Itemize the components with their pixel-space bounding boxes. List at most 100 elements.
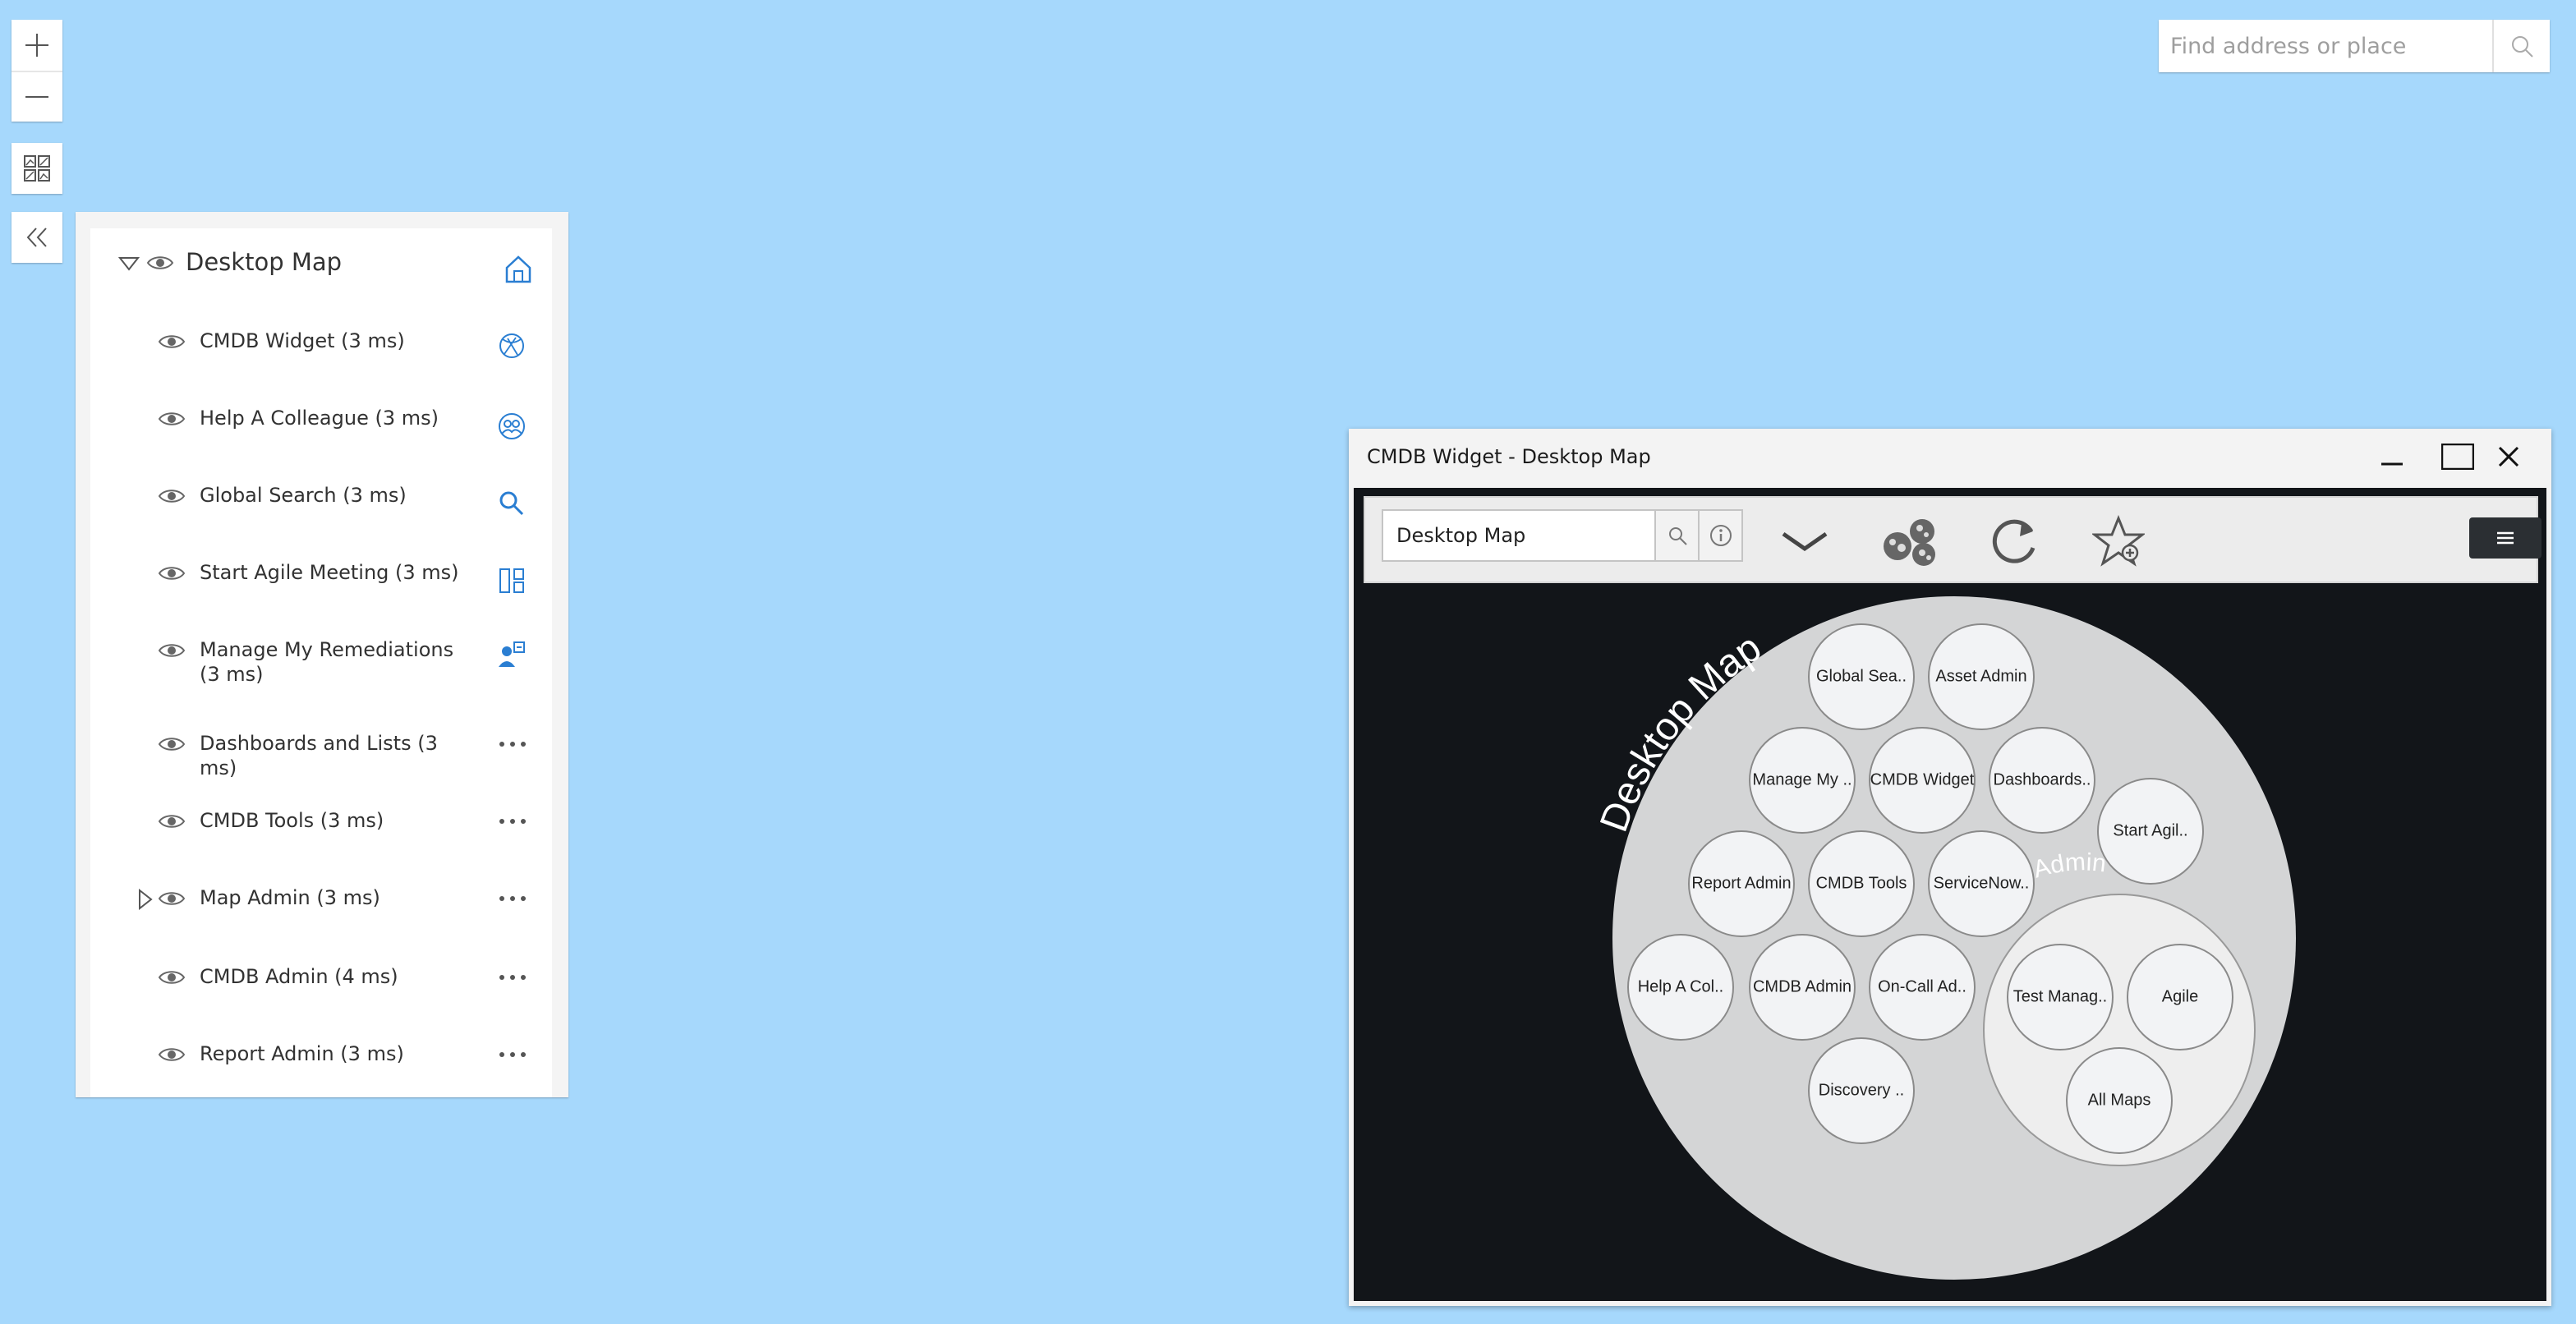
close-button[interactable]	[2492, 440, 2525, 473]
bubble[interactable]: Global Sea..	[1808, 623, 1915, 730]
layer-item-start-agile-meeting[interactable]: Start Agile Meeting (3 ms)	[90, 560, 552, 609]
people-icon[interactable]	[498, 412, 526, 440]
more-icon[interactable]	[498, 736, 527, 752]
eye-icon[interactable]	[158, 332, 186, 352]
minimize-icon	[2381, 462, 2403, 466]
expand-triangle-icon[interactable]	[138, 889, 153, 910]
maximize-button[interactable]	[2441, 440, 2474, 473]
svg-text:Test Manag..: Test Manag..	[2013, 987, 2108, 1005]
layer-list-panel: Desktop Map CMDB Widget (3 ms) Help A Co…	[76, 212, 568, 1097]
widget-body: Desktop Map Map Admin Global Sea.. Asset…	[1354, 488, 2546, 1301]
eye-icon[interactable]	[158, 1045, 186, 1064]
zoom-in-button[interactable]	[12, 20, 62, 71]
basemap-gallery-icon	[24, 155, 50, 182]
layer-item-label: Report Admin (3 ms)	[200, 1042, 404, 1065]
layer-item-report-admin[interactable]: Report Admin (3 ms)	[90, 1041, 552, 1091]
circle-pack-visualization: Desktop Map Map Admin Global Sea.. Asset…	[1592, 596, 2296, 1280]
group-bubble[interactable]: Test Manag..	[2007, 944, 2114, 1050]
layer-item-label: Global Search (3 ms)	[200, 484, 407, 507]
home-icon[interactable]	[504, 255, 532, 284]
columns-icon[interactable]	[498, 567, 526, 595]
layer-item-label: Help A Colleague (3 ms)	[200, 407, 439, 430]
bubble[interactable]: Dashboards..	[1989, 727, 2095, 834]
bubble[interactable]: CMDB Widget	[1869, 727, 1976, 834]
eye-icon[interactable]	[158, 641, 186, 660]
more-icon[interactable]	[498, 969, 527, 986]
bubble[interactable]: Manage My ..	[1749, 727, 1856, 834]
svg-text:Global Sea..: Global Sea..	[1816, 667, 1907, 685]
more-icon[interactable]	[498, 1046, 527, 1063]
layer-item-label: Dashboards and Lists (3 ms)	[200, 732, 438, 779]
bubble[interactable]: ServiceNow..	[1928, 830, 2035, 937]
bubble[interactable]: CMDB Admin	[1749, 934, 1856, 1041]
layer-item-label: Manage My Remediations (3 ms)	[200, 638, 454, 686]
basemap-control	[12, 143, 62, 194]
eye-icon[interactable]	[158, 968, 186, 987]
widget-title: CMDB Widget - Desktop Map	[1367, 445, 1651, 468]
search-icon[interactable]	[498, 490, 526, 517]
svg-text:Discovery ..: Discovery ..	[1819, 1081, 1904, 1099]
layer-root-row[interactable]: Desktop Map	[90, 228, 552, 299]
layer-item-cmdb-widget[interactable]: CMDB Widget (3 ms)	[90, 329, 552, 378]
minus-icon	[25, 96, 48, 98]
layer-item-cmdb-tools[interactable]: CMDB Tools (3 ms)	[90, 808, 552, 857]
layer-item-map-admin[interactable]: Map Admin (3 ms)	[90, 885, 552, 935]
group-bubble[interactable]: Agile	[2127, 944, 2233, 1050]
svg-text:CMDB Tools: CMDB Tools	[1816, 874, 1907, 892]
address-search	[2159, 20, 2550, 72]
globe-icon[interactable]	[498, 332, 526, 360]
layer-item-global-search[interactable]: Global Search (3 ms)	[90, 483, 552, 532]
layer-item-cmdb-admin[interactable]: CMDB Admin (4 ms)	[90, 964, 552, 1014]
eye-icon[interactable]	[158, 811, 186, 831]
bubble[interactable]: Discovery ..	[1808, 1037, 1915, 1144]
svg-text:Dashboards..: Dashboards..	[1994, 770, 2091, 788]
layer-item-help-a-colleague[interactable]: Help A Colleague (3 ms)	[90, 406, 552, 455]
eye-icon[interactable]	[158, 734, 186, 754]
bubble[interactable]: CMDB Tools	[1808, 830, 1915, 937]
layer-item-dashboards-and-lists[interactable]: Dashboards and Lists (3 ms)	[90, 731, 552, 780]
svg-text:Manage My ..: Manage My ..	[1752, 770, 1852, 788]
bubble[interactable]: On-Call Ad..	[1869, 934, 1976, 1041]
close-icon	[2498, 446, 2519, 467]
svg-text:Asset Admin: Asset Admin	[1935, 667, 2026, 685]
double-chevron-left-icon	[26, 228, 47, 247]
widget-titlebar[interactable]: CMDB Widget - Desktop Map	[1349, 429, 2551, 485]
search-input[interactable]	[2159, 20, 2492, 72]
layer-item-label: CMDB Widget (3 ms)	[200, 329, 405, 352]
minimize-button[interactable]	[2376, 440, 2408, 473]
group-bubble[interactable]: All Maps	[2066, 1047, 2173, 1154]
eye-icon[interactable]	[146, 253, 174, 273]
layer-item-label: CMDB Admin (4 ms)	[200, 965, 398, 988]
basemap-gallery-button[interactable]	[12, 143, 62, 194]
cmdb-widget-window: CMDB Widget - Desktop Map Desktop Map De…	[1349, 429, 2551, 1306]
bubble[interactable]: Report Admin	[1688, 830, 1795, 937]
person-badge-icon[interactable]	[498, 641, 526, 669]
svg-text:All Maps: All Maps	[2088, 1091, 2151, 1109]
collapse-triangle-icon[interactable]	[118, 256, 140, 271]
eye-icon[interactable]	[158, 409, 186, 429]
svg-text:CMDB Widget: CMDB Widget	[1870, 770, 1975, 788]
bubble[interactable]: Help A Col..	[1627, 934, 1734, 1041]
collapse-panel-button[interactable]	[12, 212, 62, 263]
svg-text:ServiceNow..: ServiceNow..	[1934, 874, 2030, 892]
bubble[interactable]: Start Agil..	[2097, 778, 2204, 885]
layer-item-manage-my-remediations[interactable]: Manage My Remediations (3 ms)	[90, 637, 552, 703]
eye-icon[interactable]	[158, 486, 186, 506]
layer-item-label: Start Agile Meeting (3 ms)	[200, 561, 459, 584]
layer-list-toggle	[12, 212, 62, 263]
svg-text:CMDB Admin: CMDB Admin	[1753, 977, 1852, 995]
maximize-icon	[2441, 444, 2474, 470]
bubble[interactable]: Asset Admin	[1928, 623, 2035, 730]
plus-icon	[25, 34, 48, 57]
svg-text:Help A Col..: Help A Col..	[1638, 977, 1724, 995]
more-icon[interactable]	[498, 890, 527, 907]
more-icon[interactable]	[498, 813, 527, 830]
search-button[interactable]	[2492, 20, 2550, 72]
eye-icon[interactable]	[158, 889, 186, 908]
eye-icon[interactable]	[158, 563, 186, 583]
svg-text:Report Admin: Report Admin	[1691, 874, 1791, 892]
zoom-control	[12, 20, 62, 122]
layer-item-label: Map Admin (3 ms)	[200, 886, 380, 909]
zoom-out-button[interactable]	[12, 71, 62, 122]
svg-text:Agile: Agile	[2162, 987, 2198, 1005]
